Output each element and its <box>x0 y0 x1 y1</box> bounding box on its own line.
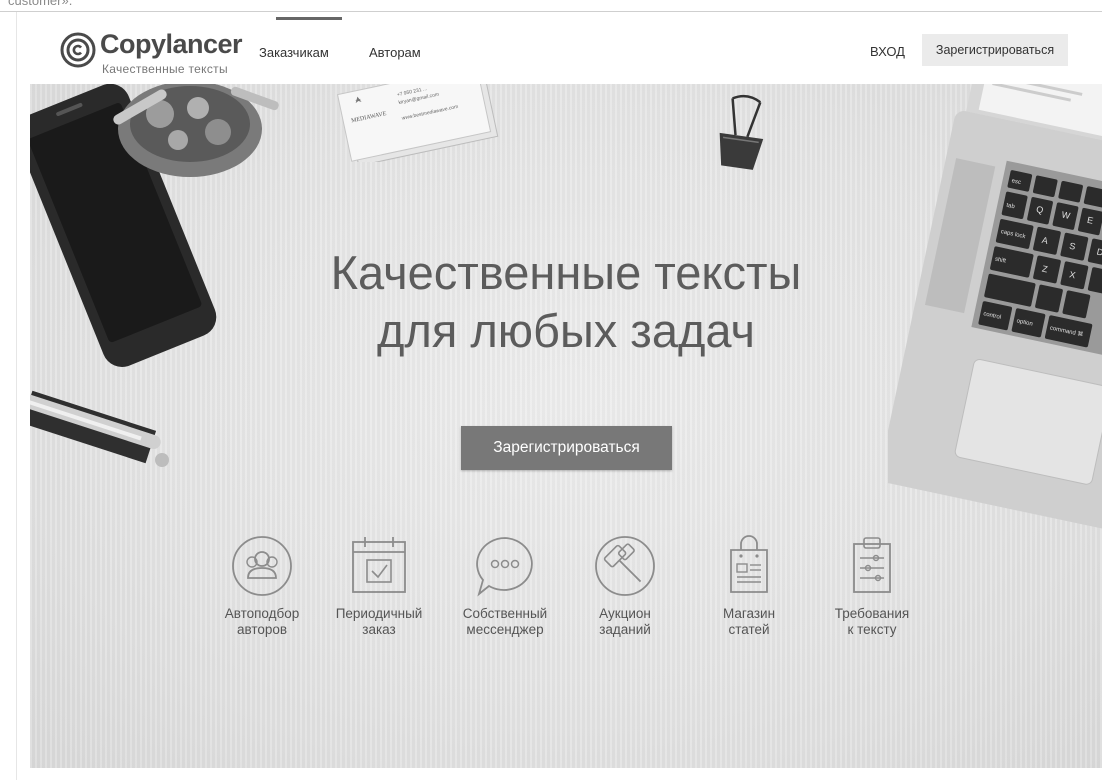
left-margin-rule <box>16 12 17 780</box>
feature-label: Автоподбор авторов <box>224 606 300 637</box>
feature-periodic-order[interactable]: Периодичный заказ <box>324 534 434 638</box>
active-nav-indicator <box>276 17 342 20</box>
hero-section: MEDIAWAVE +7 950 231 ... kiryan@gmail.co… <box>30 84 1102 768</box>
pen-cup-image <box>113 84 279 177</box>
copylancer-logo-icon <box>60 32 96 68</box>
feature-label: Аукцион заданий <box>599 606 651 637</box>
feature-task-auction[interactable]: Аукцион заданий <box>570 534 680 638</box>
hero-title-line-2: для любых задач <box>377 304 755 357</box>
nav-authors[interactable]: Авторам <box>369 45 421 60</box>
feature-messenger[interactable]: Собственный мессенджер <box>450 534 560 638</box>
site-header: Copylancer Качественные тексты Заказчика… <box>30 12 1102 84</box>
feature-label: Требования к тексту <box>834 606 910 637</box>
business-cards-image: MEDIAWAVE +7 950 231 ... kiryan@gmail.co… <box>336 84 499 162</box>
header-signup-button[interactable]: Зарегистрироваться <box>922 34 1068 66</box>
calendar-check-icon <box>352 537 406 593</box>
clipboard-sliders-icon <box>853 537 891 593</box>
binder-clip-image <box>719 94 764 170</box>
hero-title-line-1: Качественные тексты <box>330 246 802 299</box>
auction-gavel-icon <box>595 536 655 596</box>
logo[interactable]: Copylancer Качественные тексты <box>60 29 250 78</box>
logo-wordmark: Copylancer <box>100 29 243 59</box>
users-icon <box>232 536 292 596</box>
feature-label: Магазин статей <box>722 606 776 637</box>
logo-tagline: Качественные тексты <box>102 62 228 76</box>
feature-label: Собственный мессенджер <box>462 606 548 637</box>
feature-label: Периодичный заказ <box>335 606 423 637</box>
feature-auto-author-selection[interactable]: Автоподбор авторов <box>207 534 317 638</box>
shopping-bag-icon <box>730 535 768 593</box>
chat-bubble-icon <box>476 537 533 597</box>
nav-customers[interactable]: Заказчикам <box>259 45 329 60</box>
login-link[interactable]: ВХОД <box>870 44 905 59</box>
hero-signup-button[interactable]: Зарегистрироваться <box>461 426 672 470</box>
pen-image <box>30 390 169 467</box>
feature-text-requirements[interactable]: Требования к тексту <box>817 534 927 638</box>
feature-article-shop[interactable]: Магазин статей <box>694 534 804 638</box>
clipped-document-text: customer». <box>8 0 73 8</box>
hero-title: Качественные тексты для любых задач <box>30 244 1102 360</box>
page-bottom-band <box>30 768 1102 780</box>
